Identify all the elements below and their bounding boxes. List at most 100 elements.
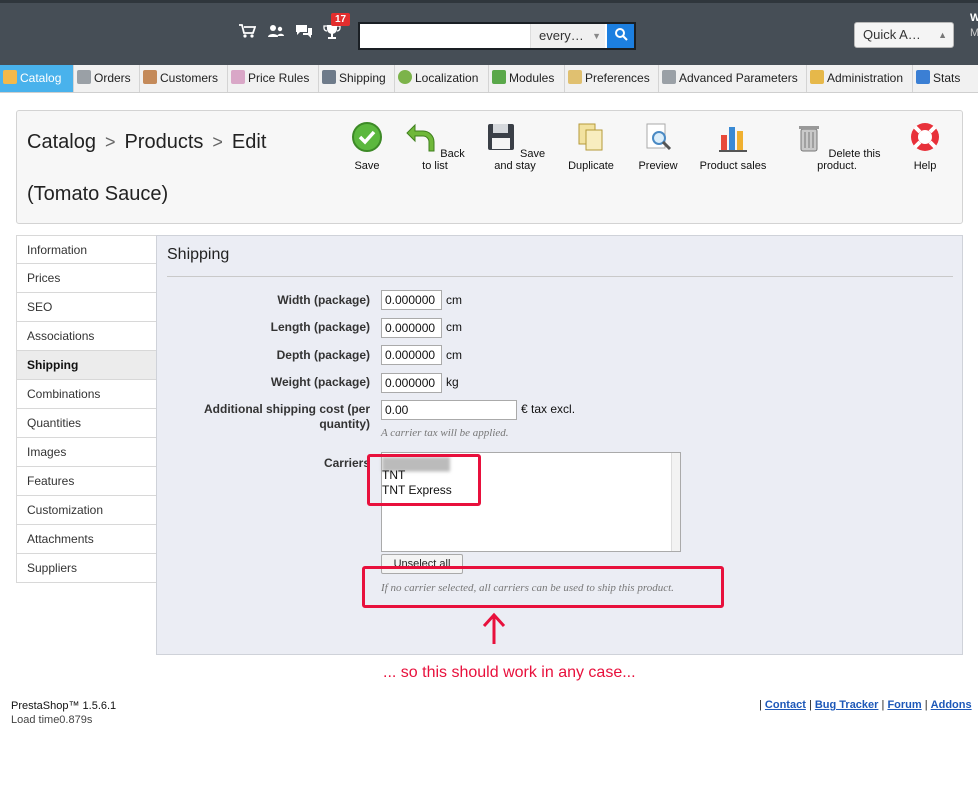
tab-shipping[interactable]: Shipping <box>319 65 395 92</box>
bar-chart-icon <box>719 127 747 152</box>
customer-icon <box>143 70 157 84</box>
search-scope-select[interactable]: every… ▼ <box>530 24 605 48</box>
back-arrow-icon <box>406 123 435 152</box>
sidebar-item-information[interactable]: Information <box>16 235 157 264</box>
duplicate-button[interactable]: Duplicate <box>565 121 617 172</box>
product-sales-label: Product sales <box>699 160 767 172</box>
load-time-text: Load time0.879s <box>11 714 93 726</box>
checkmark-icon <box>352 122 382 152</box>
quick-access-select[interactable]: Quick A… ▲ <box>854 22 954 48</box>
footer-info: PrestaShop™ 1.5.6.1 Load time0.879s <box>11 699 116 727</box>
sidebar-item-customization[interactable]: Customization <box>16 496 157 525</box>
product-sales-button[interactable]: Product sales <box>697 121 769 172</box>
additional-cost-label: Additional shipping cost (per quantity) <box>204 402 370 431</box>
version-text: PrestaShop™ 1.5.6.1 <box>11 700 117 712</box>
preview-button[interactable]: Preview <box>632 121 684 172</box>
tab-stats[interactable]: Stats <box>913 65 978 92</box>
breadcrumb-products[interactable]: Products <box>124 131 203 153</box>
footer-separator: | <box>881 699 885 711</box>
breadcrumb-separator: > <box>104 132 116 152</box>
breadcrumb-catalog[interactable]: Catalog <box>27 131 96 153</box>
breadcrumb-separator: > <box>212 132 223 152</box>
footer-separator: | <box>808 699 812 711</box>
trophy-icon[interactable] <box>323 23 341 46</box>
cart-icon[interactable] <box>238 23 257 44</box>
product-sidebar: Information Prices SEO Associations Ship… <box>16 235 157 583</box>
puzzle-icon <box>492 70 506 84</box>
scrollbar[interactable] <box>671 453 680 551</box>
width-label: Width (package) <box>277 293 370 307</box>
tab-customers[interactable]: Customers <box>140 65 228 92</box>
sidebar-item-combinations[interactable]: Combinations <box>16 380 157 409</box>
quick-access-label: Quick A… <box>863 27 921 42</box>
back-to-list-button[interactable]: Back to list <box>405 121 465 172</box>
forum-link[interactable]: Forum <box>887 699 921 711</box>
sidebar-item-attachments[interactable]: Attachments <box>16 525 157 554</box>
sidebar-item-shipping[interactable]: Shipping <box>16 351 157 380</box>
bug-tracker-link[interactable]: Bug Tracker <box>815 699 879 711</box>
employee-info[interactable]: W M <box>970 11 978 41</box>
footer-links: | Contact | Bug Tracker | Forum | Addons <box>759 699 972 711</box>
top-bar: 17 every… ▼ Quick A… ▲ W M <box>0 0 978 65</box>
wrench-icon <box>662 70 676 84</box>
page-header: Catalog > Products > Edit (Tomato Sauce) Sav… <box>16 110 963 224</box>
globe-icon <box>398 70 412 84</box>
tab-administration[interactable]: Administration <box>807 65 913 92</box>
length-label: Length (package) <box>270 320 370 334</box>
sidebar-item-seo[interactable]: SEO <box>16 293 157 322</box>
contact-link[interactable]: Contact <box>765 699 806 711</box>
search-scope-label: every… <box>539 28 584 43</box>
trash-icon <box>799 126 820 152</box>
carrier-tax-hint: A carrier tax will be applied. <box>381 427 509 439</box>
help-button[interactable]: Help <box>905 121 945 172</box>
notification-badge: 17 <box>331 13 351 26</box>
tab-orders[interactable]: Orders <box>74 65 140 92</box>
tab-modules[interactable]: Modules <box>489 65 565 92</box>
search-input[interactable] <box>360 24 542 48</box>
additional-cost-input[interactable] <box>381 400 517 420</box>
sidebar-item-quantities[interactable]: Quantities <box>16 409 157 438</box>
footer-separator: | <box>759 699 762 711</box>
addons-link[interactable]: Addons <box>931 699 972 711</box>
sidebar-item-associations[interactable]: Associations <box>16 322 157 351</box>
carriers-label: Carriers <box>323 456 370 470</box>
length-input[interactable] <box>381 318 442 338</box>
tab-catalog[interactable]: Catalog <box>0 65 74 92</box>
tab-label: Catalog <box>20 71 62 85</box>
messages-icon[interactable] <box>295 23 313 44</box>
annotation-arrow-icon <box>482 612 506 644</box>
annotation-highlight-carriers <box>367 454 481 506</box>
floppy-disk-icon <box>487 124 514 150</box>
tab-preferences[interactable]: Preferences <box>565 65 659 92</box>
width-input[interactable] <box>381 290 442 310</box>
save-and-stay-button[interactable]: Save and stay <box>477 121 553 172</box>
save-button[interactable]: Save <box>347 121 387 172</box>
preferences-icon <box>568 70 582 84</box>
employee-link-fragment: M <box>970 27 978 39</box>
weight-input[interactable] <box>381 373 442 393</box>
stats-icon <box>916 70 930 84</box>
tab-label: Administration <box>827 71 904 85</box>
depth-input[interactable] <box>381 345 442 365</box>
delete-product-button[interactable]: Delete this product. <box>787 121 887 172</box>
tab-label: Customers <box>160 71 219 85</box>
sidebar-item-images[interactable]: Images <box>16 438 157 467</box>
sidebar-item-features[interactable]: Features <box>16 467 157 496</box>
tab-label: Localization <box>415 71 479 85</box>
lifebuoy-icon <box>911 123 939 151</box>
tab-advanced-parameters[interactable]: Advanced Parameters <box>659 65 807 92</box>
sidebar-item-prices[interactable]: Prices <box>16 264 157 293</box>
tab-price-rules[interactable]: Price Rules <box>228 65 319 92</box>
footer-separator: | <box>924 699 928 711</box>
tab-localization[interactable]: Localization <box>395 65 489 92</box>
magnifier-icon <box>646 123 672 151</box>
customers-icon[interactable] <box>267 23 285 44</box>
divider <box>167 276 953 277</box>
sidebar-item-suppliers[interactable]: Suppliers <box>16 554 157 583</box>
weight-label: Weight (package) <box>270 375 370 389</box>
save-label: Save <box>354 160 380 172</box>
price-rules-icon <box>231 70 245 84</box>
additional-cost-unit: € tax excl. <box>521 402 576 416</box>
search-button[interactable] <box>607 24 634 48</box>
depth-label: Depth (package) <box>276 348 370 362</box>
